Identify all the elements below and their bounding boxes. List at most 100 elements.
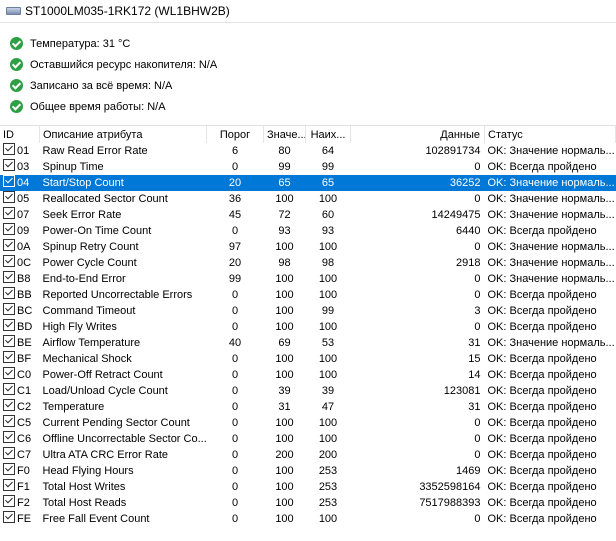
- table-row[interactable]: C0 Power-Off Retract Count 0 100 100 14 OK: Вс…: [0, 367, 616, 383]
- column-header-data[interactable]: Данные: [350, 126, 485, 143]
- smart-attributes-table[interactable]: ID Описание атрибута Порог Значе... Наих…: [0, 125, 616, 541]
- cell-id: 0C: [0, 255, 40, 271]
- cell-description: Power-Off Retract Count: [42, 368, 163, 381]
- cell-status: OK: Всегда пройдено: [487, 384, 597, 397]
- attribute-id: BD: [17, 321, 33, 333]
- cell-value: 100: [275, 480, 294, 493]
- table-row[interactable]: 0A Spinup Retry Count 97 100 100 0 OK: Значени…: [0, 239, 616, 255]
- cell-data: 6440: [456, 224, 481, 237]
- column-header-status[interactable]: Статус: [484, 126, 616, 143]
- cell-threshold: 0: [231, 304, 239, 317]
- checkbox-checked-icon[interactable]: [3, 319, 15, 331]
- table-row[interactable]: C7 Ultra ATA CRC Error Rate 0 200 200 0 OK: Вс…: [0, 447, 616, 463]
- cell-data: 123081: [443, 384, 481, 397]
- checkbox-checked-icon[interactable]: [3, 383, 15, 395]
- table-row[interactable]: C5 Current Pending Sector Count 0 100 100 0 OK…: [0, 415, 616, 431]
- table-row[interactable]: C2 Temperature 0 31 47 31 OK: Всегда пройдено: [0, 399, 616, 415]
- table-row[interactable]: 03 Spinup Time 0 99 99 0 OK: Всегда пройдено: [0, 159, 616, 175]
- column-header-description[interactable]: Описание атрибута: [39, 126, 207, 143]
- checkbox-checked-icon[interactable]: [3, 255, 15, 267]
- cell-id: BC: [0, 303, 40, 319]
- cell-data: 14: [468, 368, 481, 381]
- cell-status: OK: Всегда пройдено: [487, 480, 597, 493]
- column-header-value[interactable]: Значе...: [263, 126, 306, 143]
- table-row[interactable]: 07 Seek Error Rate 45 72 60 14249475 OK: Значе…: [0, 207, 616, 223]
- ok-check-icon: [10, 58, 23, 71]
- checkbox-checked-icon[interactable]: [3, 159, 15, 171]
- cell-description: Total Host Writes: [42, 480, 126, 493]
- cell-description: Seek Error Rate: [42, 208, 122, 221]
- table-row[interactable]: 0C Power Cycle Count 20 98 98 2918 OK: Значени…: [0, 255, 616, 271]
- cell-value: 65: [263, 175, 306, 191]
- table-row[interactable]: BE Airflow Temperature 40 69 53 31 OK: Значени…: [0, 335, 616, 351]
- table-row[interactable]: F2 Total Host Reads 0 100 253 7517988393 OK: В…: [0, 495, 616, 511]
- cell-data: 31: [468, 336, 481, 349]
- checkbox-checked-icon[interactable]: [3, 367, 15, 379]
- cell-threshold: 20: [206, 175, 264, 191]
- table-row[interactable]: F1 Total Host Writes 0 100 253 3352598164 OK: …: [0, 479, 616, 495]
- cell-data: 31: [468, 400, 481, 413]
- checkbox-checked-icon[interactable]: [3, 271, 15, 283]
- checkbox-checked-icon[interactable]: [3, 143, 15, 155]
- table-row[interactable]: BF Mechanical Shock 0 100 100 15 OK: Всегда пр…: [0, 351, 616, 367]
- checkbox-checked-icon[interactable]: [3, 511, 15, 523]
- checkbox-checked-icon[interactable]: [3, 479, 15, 491]
- cell-description: Free Fall Event Count: [42, 512, 150, 525]
- table-row[interactable]: C6 Offline Uncorrectable Sector Co... 0 100…: [0, 431, 616, 447]
- drive-title: ST1000LM035-1RK172 (WL1BHW2B): [25, 4, 230, 18]
- checkbox-checked-icon[interactable]: [3, 303, 15, 315]
- checkbox-checked-icon[interactable]: [3, 415, 15, 427]
- checkbox-checked-icon[interactable]: [3, 399, 15, 411]
- cell-data: 0: [474, 320, 481, 333]
- cell-status: OK: Значение нормаль...: [484, 175, 616, 191]
- cell-worst: 60: [321, 208, 335, 221]
- cell-threshold: 20: [228, 256, 242, 269]
- cell-description: High Fly Writes: [42, 320, 117, 333]
- column-header-worst[interactable]: Наих...: [305, 126, 351, 143]
- drive-title-bar[interactable]: ST1000LM035-1RK172 (WL1BHW2B): [0, 0, 616, 23]
- checkbox-checked-icon[interactable]: [3, 191, 15, 203]
- cell-value: 100: [275, 432, 294, 445]
- cell-value: 100: [275, 368, 294, 381]
- checkbox-checked-icon[interactable]: [3, 431, 15, 443]
- checkbox-checked-icon[interactable]: [3, 351, 15, 363]
- checkbox-checked-icon[interactable]: [3, 447, 15, 459]
- cell-id: C1: [0, 383, 40, 399]
- table-row[interactable]: 05 Reallocated Sector Count 36 100 100 0 OK: З…: [0, 191, 616, 207]
- table-row[interactable]: C1 Load/Unload Cycle Count 0 39 39 123081 OK: …: [0, 383, 616, 399]
- cell-data: 14249475: [431, 208, 481, 221]
- table-row[interactable]: FE Free Fall Event Count 0 100 100 0 OK: Всегд…: [0, 511, 616, 527]
- cell-threshold: 0: [231, 464, 239, 477]
- cell-threshold: 0: [231, 352, 239, 365]
- cell-description: Temperature: [42, 400, 105, 413]
- cell-description: Ultra ATA CRC Error Rate: [42, 448, 169, 461]
- checkbox-checked-icon[interactable]: [3, 495, 15, 507]
- table-row[interactable]: B8 End-to-End Error 99 100 100 0 OK: Значение …: [0, 271, 616, 287]
- checkbox-checked-icon[interactable]: [3, 463, 15, 475]
- cell-status: OK: Всегда пройдено: [487, 288, 597, 301]
- checkbox-checked-icon[interactable]: [3, 223, 15, 235]
- table-body: 01 Raw Read Error Rate 6 80 64 102891734 OK: З…: [0, 143, 616, 527]
- cell-description: End-to-End Error: [42, 272, 126, 285]
- table-row[interactable]: 04 Start/Stop Count 20 65 65 36252 OK: Значени…: [0, 175, 616, 191]
- table-row[interactable]: BC Command Timeout 0 100 99 3 OK: Всегда пройд…: [0, 303, 616, 319]
- column-header-threshold[interactable]: Порог: [206, 126, 264, 143]
- checkbox-checked-icon[interactable]: [3, 207, 15, 219]
- cell-id: 07: [0, 207, 40, 223]
- table-row[interactable]: F0 Head Flying Hours 0 100 253 1469 OK: Всегда…: [0, 463, 616, 479]
- cell-value: 39: [278, 384, 291, 397]
- table-row[interactable]: BB Reported Uncorrectable Errors 0 100 100 0 O…: [0, 287, 616, 303]
- checkbox-checked-icon[interactable]: [3, 175, 15, 187]
- table-row[interactable]: 01 Raw Read Error Rate 6 80 64 102891734 OK: З…: [0, 143, 616, 159]
- cell-id: BB: [0, 287, 40, 303]
- cell-value: 100: [275, 272, 294, 285]
- checkbox-checked-icon[interactable]: [3, 239, 15, 251]
- column-header-id[interactable]: ID: [0, 126, 40, 143]
- cell-threshold: 99: [228, 272, 242, 285]
- table-row[interactable]: BD High Fly Writes 0 100 100 0 OK: Всегда прой…: [0, 319, 616, 335]
- checkbox-checked-icon[interactable]: [3, 287, 15, 299]
- cell-data: 7517988393: [419, 496, 481, 509]
- table-row[interactable]: 09 Power-On Time Count 0 93 93 6440 OK: Всегда…: [0, 223, 616, 239]
- checkbox-checked-icon[interactable]: [3, 335, 15, 347]
- cell-description: Load/Unload Cycle Count: [42, 384, 168, 397]
